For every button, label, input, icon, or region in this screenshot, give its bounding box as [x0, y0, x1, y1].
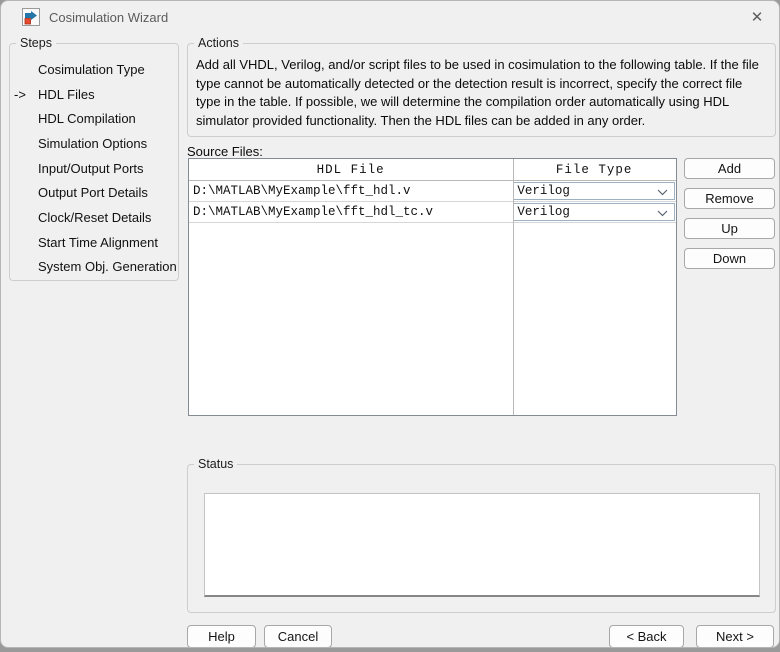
add-button[interactable]: Add [684, 158, 775, 179]
step-item-output-port-details: Output Port Details [10, 180, 178, 205]
table-row[interactable]: D:\MATLAB\MyExample\fft_hdl_tc.v Verilog [189, 202, 676, 223]
column-header-file-type: File Type [512, 159, 676, 180]
status-group-label: Status [194, 457, 237, 471]
steps-group-label: Steps [16, 36, 56, 50]
step-item-input-output-ports: Input/Output Ports [10, 156, 178, 181]
step-label: Clock/Reset Details [10, 210, 151, 225]
actions-description: Add all VHDL, Verilog, and/or script fil… [196, 56, 768, 130]
step-item-cosimulation-type: Cosimulation Type [10, 57, 178, 82]
file-type-cell: Verilog [512, 181, 676, 201]
source-files-table: HDL File File Type D:\MATLAB\MyExample\f… [188, 158, 677, 416]
steps-groupbox: Steps Cosimulation Type -> HDL Files HDL… [9, 43, 179, 281]
step-label: Cosimulation Type [10, 62, 145, 77]
step-label: System Obj. Generation [10, 259, 177, 274]
chevron-down-icon [657, 189, 668, 196]
titlebar: Cosimulation Wizard ✕ [1, 1, 779, 33]
column-header-hdl-file: HDL File [189, 159, 512, 180]
file-type-cell: Verilog [512, 202, 676, 222]
step-item-system-obj-generation: System Obj. Generation [10, 255, 178, 280]
step-item-hdl-files: -> HDL Files [10, 82, 178, 107]
cosimulation-wizard-window: Cosimulation Wizard ✕ Steps Cosimulation… [0, 0, 780, 648]
current-step-arrow: -> [14, 87, 36, 102]
table-header-row: HDL File File Type [189, 159, 676, 181]
chevron-down-icon [657, 210, 668, 217]
file-type-select[interactable]: Verilog [513, 203, 675, 221]
cancel-button[interactable]: Cancel [264, 625, 332, 648]
status-text-area [204, 493, 760, 597]
down-button[interactable]: Down [684, 248, 775, 269]
status-groupbox: Status [187, 464, 776, 613]
column-divider [513, 159, 514, 415]
window-title: Cosimulation Wizard [49, 10, 168, 25]
close-icon[interactable]: ✕ [741, 3, 773, 31]
step-label: Input/Output Ports [10, 161, 144, 176]
app-icon [22, 8, 40, 26]
remove-button[interactable]: Remove [684, 188, 775, 209]
file-type-select[interactable]: Verilog [513, 182, 675, 200]
step-item-simulation-options: Simulation Options [10, 131, 178, 156]
back-button[interactable]: < Back [609, 625, 684, 648]
next-button[interactable]: Next > [696, 625, 774, 648]
step-label: Start Time Alignment [10, 235, 158, 250]
step-label: Output Port Details [10, 185, 148, 200]
file-type-value: Verilog [517, 205, 570, 219]
actions-group-label: Actions [194, 36, 243, 50]
step-label: HDL Compilation [10, 111, 136, 126]
up-button[interactable]: Up [684, 218, 775, 239]
steps-list: Cosimulation Type -> HDL Files HDL Compi… [10, 57, 178, 279]
step-label: Simulation Options [10, 136, 147, 151]
actions-groupbox: Actions Add all VHDL, Verilog, and/or sc… [187, 43, 776, 137]
help-button[interactable]: Help [187, 625, 256, 648]
step-item-start-time-alignment: Start Time Alignment [10, 230, 178, 255]
hdl-file-cell[interactable]: D:\MATLAB\MyExample\fft_hdl.v [189, 181, 512, 201]
step-item-hdl-compilation: HDL Compilation [10, 106, 178, 131]
source-files-label: Source Files: [187, 144, 263, 159]
hdl-file-cell[interactable]: D:\MATLAB\MyExample\fft_hdl_tc.v [189, 202, 512, 222]
table-row[interactable]: D:\MATLAB\MyExample\fft_hdl.v Verilog [189, 181, 676, 202]
file-type-value: Verilog [517, 184, 570, 198]
step-item-clock-reset-details: Clock/Reset Details [10, 205, 178, 230]
